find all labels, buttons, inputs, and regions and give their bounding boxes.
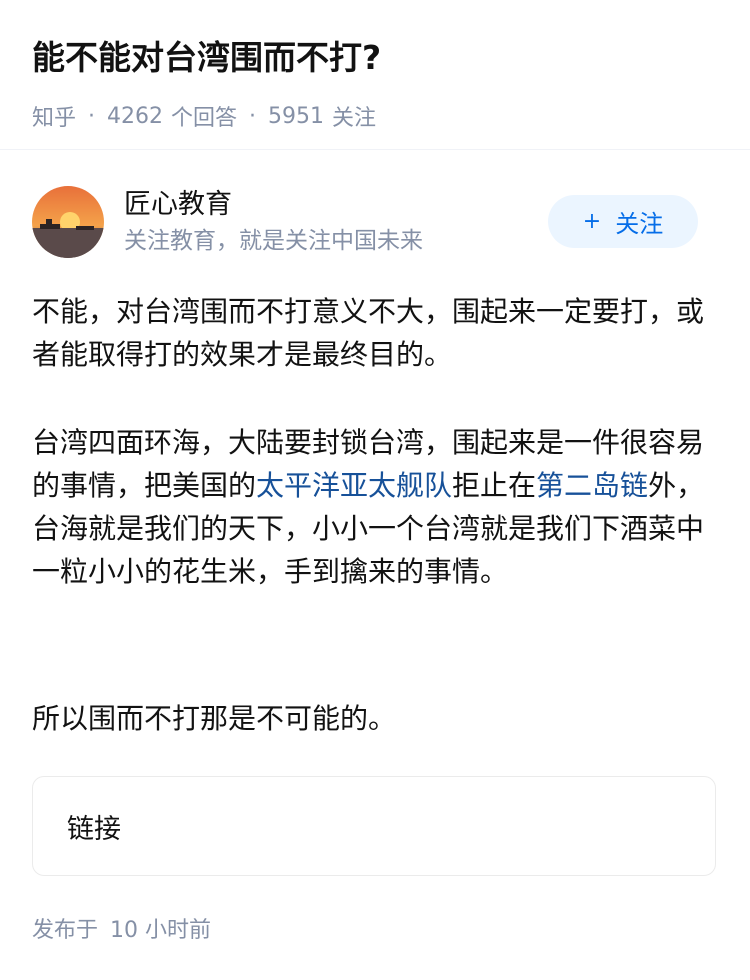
author-bio: 关注教育，就是关注中国未来 — [124, 228, 423, 254]
follow-button-label: 关注 — [615, 210, 664, 238]
separator-dot: · — [249, 103, 257, 129]
published-label: 发布于 — [32, 918, 99, 943]
answers-label[interactable]: 个回答 — [171, 100, 237, 132]
followers-label: 关注 — [332, 106, 377, 131]
answer-paragraph: 所以围而不打那是不可能的。 — [32, 697, 722, 740]
link-card-label: 链接 — [67, 813, 121, 845]
follow-button[interactable]: + 关注 — [548, 195, 698, 248]
inline-link-pacific-fleet[interactable]: 太平洋亚太舰队 — [256, 469, 452, 502]
author-name[interactable]: 匠心教育 — [124, 187, 423, 223]
source-label[interactable]: 知乎 — [32, 100, 76, 132]
author-info: 匠心教育 关注教育，就是关注中国未来 — [124, 187, 423, 257]
link-card[interactable]: 链接 — [32, 776, 716, 876]
answer-text: 拒止在 — [452, 469, 537, 502]
answer-paragraph-text: 所以围而不打那是不可能的。 — [32, 702, 397, 735]
answer-footer: 发布于 10 小时前 — [32, 912, 211, 944]
inline-link-second-island-chain[interactable]: 第二岛链 — [536, 469, 648, 502]
avatar-image — [32, 186, 104, 258]
answer-paragraph-text: 不能，对台湾围而不打意义不大，围起来一定要打，或者能取得打的效果才是最终目的。 — [32, 295, 705, 371]
avatar[interactable] — [32, 186, 104, 258]
answer-paragraph-text: 台湾四面环海，大陆要封锁台湾，围起来是一件很容易的事情，把美国的太平洋亚太舰队拒… — [32, 421, 722, 593]
answers-count: 4262 — [107, 103, 164, 129]
plus-icon: + — [582, 209, 602, 234]
answer-paragraph: 台湾四面环海，大陆要封锁台湾，围起来是一件很容易的事情，把美国的太平洋亚太舰队拒… — [32, 421, 722, 593]
question-header: 能不能对台湾围而不打? 知乎 · 4262 个回答 · 5951 关注 — [0, 0, 750, 131]
separator-dot: · — [88, 103, 96, 129]
published-time: 10 小时前 — [110, 918, 212, 943]
question-meta: 知乎 · 4262 个回答 · 5951 关注 — [32, 100, 718, 132]
question-title[interactable]: 能不能对台湾围而不打? — [32, 32, 718, 84]
answer-paragraph: 不能，对台湾围而不打意义不大，围起来一定要打，或者能取得打的效果才是最终目的。 — [32, 290, 722, 376]
followers-count: 5951 — [268, 103, 325, 129]
